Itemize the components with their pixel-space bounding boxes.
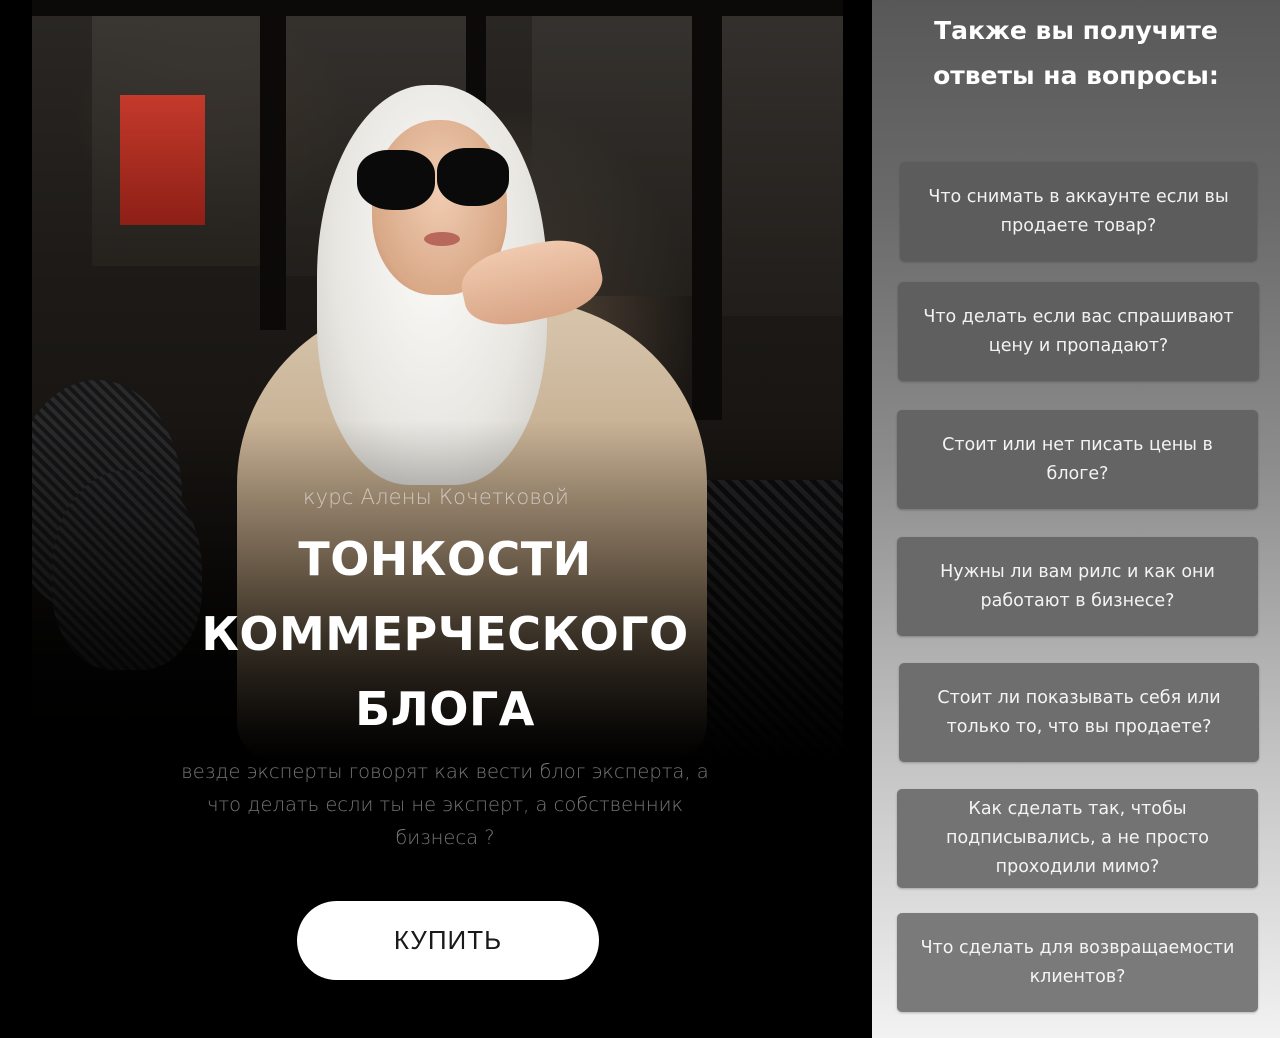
faq-item[interactable]: Нужны ли вам рилс и как они работают в б… <box>897 537 1258 636</box>
course-title-line: БЛОГА <box>355 682 535 736</box>
faq-item[interactable]: Что сделать для возвращаемости клиентов? <box>897 913 1258 1012</box>
faq-section: Также вы получите ответы на вопросы: Что… <box>872 0 1280 1038</box>
faq-item[interactable]: Стоит ли показывать себя или только то, … <box>899 663 1259 762</box>
faq-item[interactable]: Что снимать в аккаунте если вы продаете … <box>900 162 1257 261</box>
faq-heading-line: Также вы получите <box>934 16 1218 45</box>
faq-item[interactable]: Стоит или нет писать цены в блоге? <box>897 410 1258 509</box>
sunglasses-right <box>437 148 509 206</box>
sunglasses-left <box>357 150 435 210</box>
window-poster <box>120 95 205 225</box>
faq-heading-line: ответы на вопросы: <box>933 61 1219 90</box>
hero-section: курс Алены Кочетковой ТОНКОСТИ КОММЕРЧЕС… <box>0 0 872 1038</box>
course-title-line: ТОНКОСТИ <box>298 532 592 586</box>
faq-item[interactable]: Что делать если вас спрашивают цену и пр… <box>898 282 1259 381</box>
course-title-line: КОММЕРЧЕСКОГО <box>201 607 689 661</box>
faq-item[interactable]: Как сделать так, чтобы подписывались, а … <box>897 789 1258 888</box>
window-frame <box>692 0 722 420</box>
lips <box>424 232 460 246</box>
cafe-window <box>722 16 843 316</box>
course-title: ТОНКОСТИ КОММЕРЧЕСКОГО БЛОГА <box>0 522 872 747</box>
faq-heading: Также вы получите ответы на вопросы: <box>872 8 1280 98</box>
course-description: везде эксперты говорят как вести блог эк… <box>181 760 709 849</box>
buy-button[interactable]: КУПИТЬ <box>297 901 599 980</box>
landing-page: курс Алены Кочетковой ТОНКОСТИ КОММЕРЧЕС… <box>0 0 1280 1038</box>
course-author-subtitle: курс Алены Кочетковой <box>303 485 569 509</box>
window-frame <box>260 0 286 330</box>
